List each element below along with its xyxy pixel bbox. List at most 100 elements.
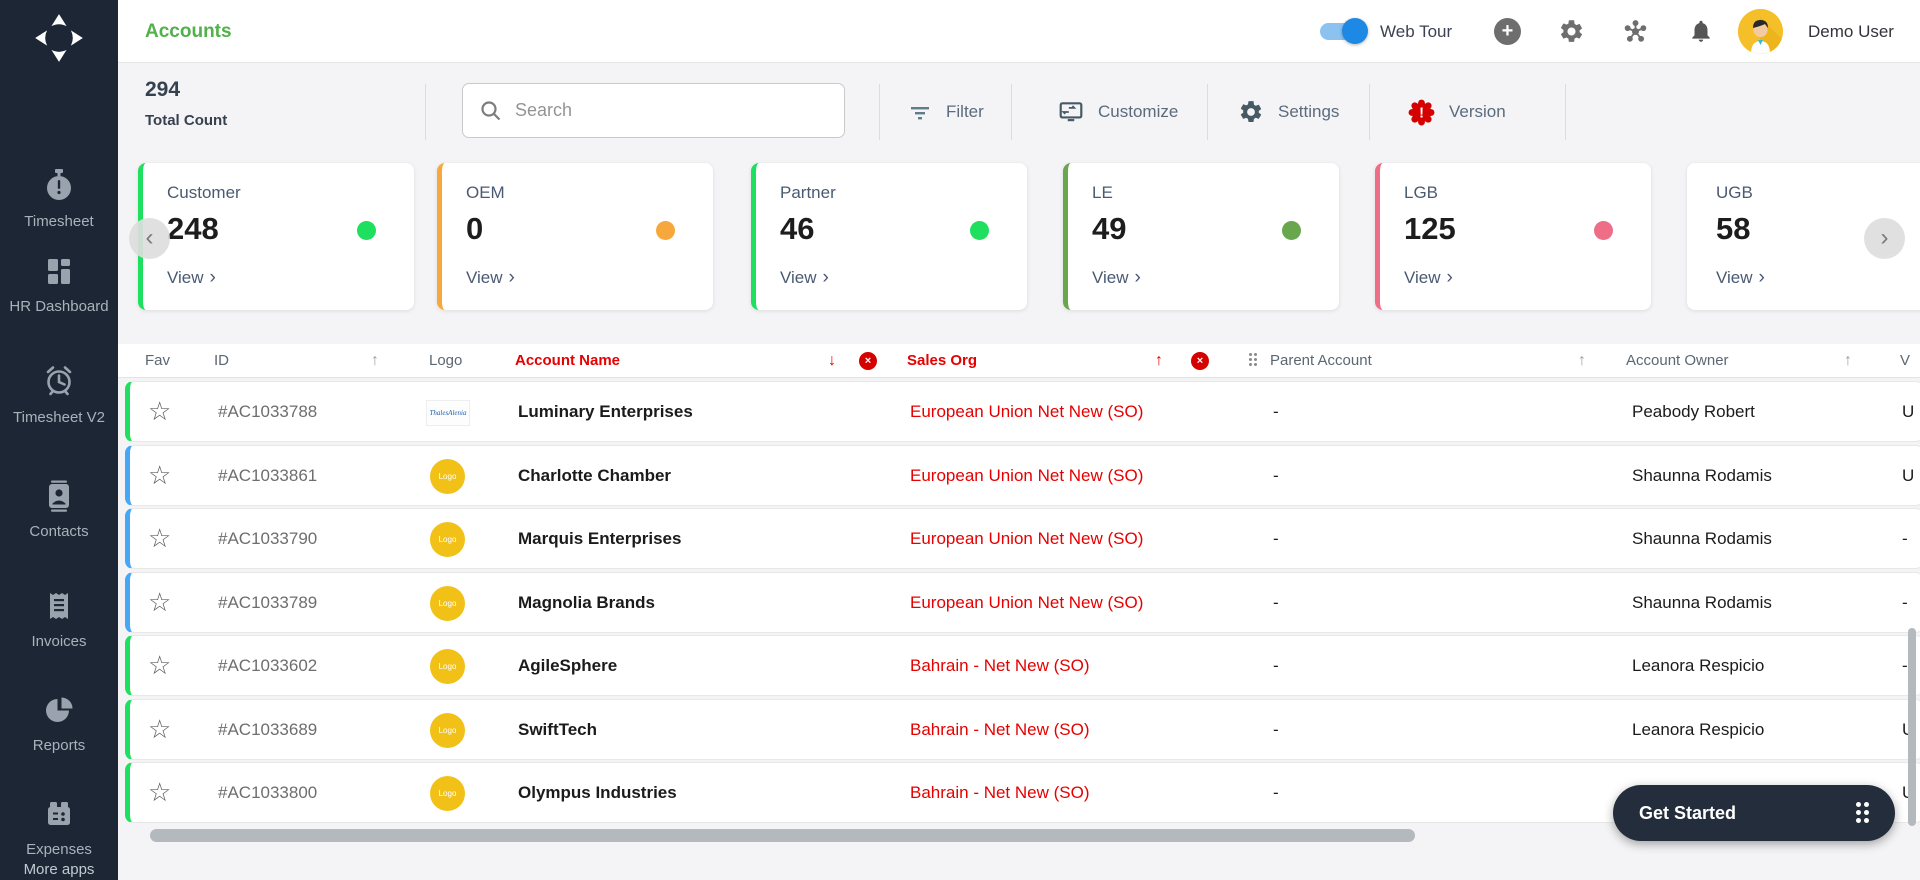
notifications-bell-icon[interactable] [1688, 18, 1715, 45]
web-tour-toggle[interactable] [1320, 23, 1362, 40]
version-button[interactable]: ! Version [1408, 64, 1506, 160]
alarm-clock-icon [41, 362, 77, 400]
parent-account: - [1273, 763, 1279, 822]
get-started-button[interactable]: Get Started [1613, 785, 1895, 841]
chevron-right-icon: › [823, 267, 829, 288]
sidebar-item-hr-dashboard[interactable]: HR Dashboard [0, 255, 118, 317]
card-view-link[interactable]: View› [466, 267, 515, 289]
chevron-right-icon: › [210, 267, 216, 288]
user-avatar[interactable] [1738, 9, 1783, 54]
table-row[interactable]: ☆ #AC1033788 ThalesAlenia Luminary Enter… [125, 381, 1920, 442]
column-logo[interactable]: Logo [429, 344, 462, 378]
card-view-link[interactable]: View› [1404, 267, 1453, 289]
column-id[interactable]: ID [214, 344, 229, 378]
total-count-value: 294 [145, 78, 180, 102]
sales-org: Bahrain - Net New (SO) [910, 636, 1090, 695]
add-icon[interactable]: + [1494, 18, 1521, 45]
sidebar-item-contacts[interactable]: Contacts [0, 478, 118, 542]
sidebar-item-reports[interactable]: Reports [0, 692, 118, 756]
table-row[interactable]: ☆ #AC1033689 Logo SwiftTech Bahrain - Ne… [125, 699, 1920, 760]
view-label: View [1404, 268, 1441, 287]
sidebar-item-timesheet-v2[interactable]: Timesheet V2 [0, 362, 118, 428]
card-view-link[interactable]: View› [167, 267, 216, 289]
sidebar-item-label: Timesheet V2 [0, 408, 118, 428]
more-apps-link[interactable]: More apps [0, 861, 118, 878]
status-dot [656, 221, 675, 240]
sidebar-item-timesheet[interactable]: Timesheet [0, 166, 118, 232]
search-icon [479, 99, 503, 123]
account-owner: Shaunna Rodamis [1632, 509, 1772, 568]
extra-cell: - [1902, 509, 1908, 568]
table-row[interactable]: ☆ #AC1033790 Logo Marquis Enterprises Eu… [125, 508, 1920, 569]
drag-handle-icon[interactable] [1249, 353, 1257, 366]
customize-label: Customize [1098, 102, 1178, 122]
card-oem[interactable]: OEM 0 View› [437, 163, 713, 310]
customize-button[interactable]: Customize [1058, 64, 1178, 160]
sidebar: Timesheet HR Dashboard Timesheet V2 [0, 0, 118, 880]
favorite-star-icon[interactable]: ☆ [148, 573, 171, 632]
cards-scroll-right-button[interactable]: › [1864, 218, 1905, 259]
column-truncated[interactable]: V [1900, 344, 1910, 378]
account-owner: Shaunna Rodamis [1632, 573, 1772, 632]
settings-button[interactable]: Settings [1238, 64, 1339, 160]
sort-up-icon[interactable]: ↑ [371, 344, 379, 378]
card-view-link[interactable]: View› [1716, 267, 1765, 289]
sidebar-item-expenses[interactable]: Expenses [0, 798, 118, 860]
divider [879, 84, 880, 140]
sort-down-icon[interactable]: ↓ [828, 344, 836, 378]
cards-scroll-left-button[interactable]: ‹ [129, 218, 170, 259]
favorite-star-icon[interactable]: ☆ [148, 700, 171, 759]
favorite-star-icon[interactable]: ☆ [148, 509, 171, 568]
version-label: Version [1449, 102, 1506, 122]
account-id: #AC1033689 [218, 700, 317, 759]
sort-up-icon[interactable]: ↑ [1155, 344, 1163, 378]
chevron-right-icon: › [1135, 267, 1141, 288]
sidebar-item-invoices[interactable]: Invoices [0, 588, 118, 652]
app-logo-icon[interactable] [0, 12, 118, 69]
clear-sort-icon[interactable]: × [1191, 352, 1209, 370]
divider [1207, 84, 1208, 140]
view-label: View [466, 268, 503, 287]
extra-cell: U [1902, 446, 1914, 505]
gear-icon[interactable] [1558, 18, 1585, 45]
column-account-name[interactable]: Account Name [515, 344, 620, 378]
favorite-star-icon[interactable]: ☆ [148, 636, 171, 695]
sidebar-item-label: Contacts [0, 522, 118, 542]
card-lgb[interactable]: LGB 125 View› [1375, 163, 1651, 310]
card-partner[interactable]: Partner 46 View› [751, 163, 1027, 310]
favorite-star-icon[interactable]: ☆ [148, 763, 171, 822]
sort-up-icon[interactable]: ↑ [1578, 344, 1586, 378]
filter-button[interactable]: Filter [908, 64, 984, 160]
clear-sort-icon[interactable]: × [859, 352, 877, 370]
page-title: Accounts [145, 0, 232, 63]
account-name: AgileSphere [518, 636, 617, 695]
card-customer[interactable]: Customer 248 View› [138, 163, 414, 310]
column-sales-org[interactable]: Sales Org [907, 344, 977, 378]
table-row[interactable]: ☆ #AC1033861 Logo Charlotte Chamber Euro… [125, 445, 1920, 506]
vertical-scrollbar[interactable] [1908, 628, 1916, 826]
card-view-link[interactable]: View› [780, 267, 829, 289]
card-view-link[interactable]: View› [1092, 267, 1141, 289]
pie-chart-icon [41, 692, 77, 728]
card-count: 58 [1716, 211, 1750, 247]
account-owner: Shaunna Rodamis [1632, 446, 1772, 505]
apps-hub-icon[interactable] [1622, 18, 1649, 45]
card-count: 0 [466, 211, 483, 247]
table-row[interactable]: ☆ #AC1033789 Logo Magnolia Brands Europe… [125, 572, 1920, 633]
column-account-owner[interactable]: Account Owner [1626, 344, 1729, 378]
parent-account: - [1273, 636, 1279, 695]
horizontal-scrollbar[interactable] [150, 829, 1415, 842]
favorite-star-icon[interactable]: ☆ [148, 382, 171, 441]
filter-icon [908, 100, 932, 124]
sidebar-item-label: Reports [0, 736, 118, 756]
card-title: LE [1092, 183, 1113, 203]
table-row[interactable]: ☆ #AC1033602 Logo AgileSphere Bahrain - … [125, 635, 1920, 696]
receipt-icon [41, 588, 77, 624]
column-parent-account[interactable]: Parent Account [1270, 344, 1372, 378]
column-fav[interactable]: Fav [145, 344, 170, 378]
favorite-star-icon[interactable]: ☆ [148, 446, 171, 505]
card-le[interactable]: LE 49 View› [1063, 163, 1339, 310]
user-name: Demo User [1808, 0, 1894, 63]
sort-up-icon[interactable]: ↑ [1844, 344, 1852, 378]
search-input[interactable] [515, 85, 835, 136]
